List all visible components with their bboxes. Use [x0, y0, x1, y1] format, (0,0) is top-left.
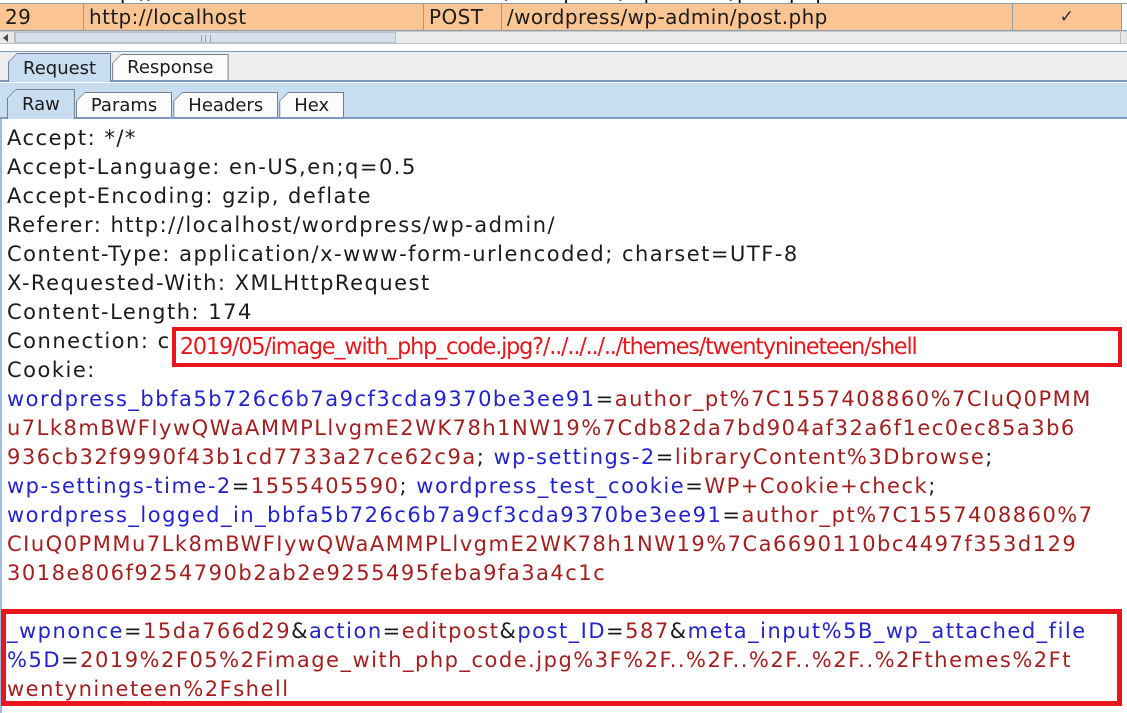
tab-raw[interactable]: Raw — [7, 89, 75, 119]
scrollbar-corner — [1120, 32, 1127, 43]
request-line: Accept-Encoding: gzip, deflate — [7, 182, 1127, 211]
left-arrow-icon — [3, 34, 8, 42]
partial-host-text: http://localhost — [90, 0, 249, 3]
tab-hex-label: Hex — [280, 93, 343, 117]
tab-raw-label: Raw — [8, 90, 74, 119]
tab-headers[interactable]: Headers — [173, 92, 278, 117]
horizontal-scrollbar[interactable] — [0, 31, 1127, 44]
request-line: wordpress_logged_in_bbfa5b726c6b7a9cf3cd… — [7, 501, 1127, 530]
request-line — [7, 588, 1127, 617]
history-cell-id[interactable]: 29 — [0, 4, 84, 30]
history-cell-url[interactable]: /wordpress/wp-admin/post.php — [502, 4, 1013, 30]
request-line: 936cb32f9990f43b1cd7733a27ce62c9a; wp-se… — [7, 443, 1127, 472]
annotation-decoded-payload-box: 2019/05/image_with_php_code.jpg?/../../.… — [172, 327, 1122, 367]
raw-request-text: Accept: */*Accept-Language: en-US,en;q=0… — [2, 119, 1127, 704]
tab-request[interactable]: Request — [8, 53, 111, 82]
request-response-tabbar: Request Response — [0, 51, 1127, 82]
annotation-decoded-payload-text: 2019/05/image_with_php_code.jpg?/../../.… — [176, 334, 917, 360]
request-line: Accept: */* — [7, 124, 1127, 153]
request-line: wentynineteen%2Fshell — [7, 675, 1127, 704]
tab-response[interactable]: Response — [112, 54, 228, 80]
request-line: wordpress_bbfa5b726c6b7a9cf3cda9370be3ee… — [7, 385, 1127, 414]
row-end-filler — [1122, 4, 1127, 30]
scroll-left-button[interactable] — [0, 32, 15, 43]
tab-headers-label: Headers — [174, 93, 277, 117]
request-line: 3018e806f9254790b2ab2e9255495feba9fa3a4c… — [7, 559, 1127, 588]
partial-url-text: /wordpress/wp-admin/post.php — [505, 0, 829, 3]
tab-params-label: Params — [77, 93, 171, 117]
history-cell-host[interactable]: http://localhost — [84, 4, 424, 30]
tab-request-label: Request — [9, 54, 110, 82]
request-line: _wpnonce=15da766d29&action=editpost&post… — [7, 617, 1127, 646]
history-row-partial[interactable]: http://localhost /wordpress/wp-admin/pos… — [0, 0, 1127, 4]
tab-hex[interactable]: Hex — [279, 92, 344, 117]
request-line: Content-Length: 174 — [7, 298, 1127, 327]
history-cell-method[interactable]: POST — [424, 4, 502, 30]
scrollbar-thumb[interactable] — [15, 32, 396, 43]
scrollbar-grip-icon — [201, 35, 211, 42]
message-view-tabbar: Raw Params Headers Hex — [0, 83, 1127, 119]
history-cell-edited-checkmark[interactable]: ✓ — [1013, 4, 1122, 30]
request-line: X-Requested-With: XMLHttpRequest — [7, 269, 1127, 298]
raw-request-pane[interactable]: Accept: */*Accept-Language: en-US,en;q=0… — [0, 119, 1127, 713]
request-line: wp-settings-time-2=1555405590; wordpress… — [7, 472, 1127, 501]
request-line: %5D=2019%2F05%2Fimage_with_php_code.jpg%… — [7, 646, 1127, 675]
request-line: Accept-Language: en-US,en;q=0.5 — [7, 153, 1127, 182]
tab-params[interactable]: Params — [76, 92, 172, 117]
request-line: CIuQ0PMMu7Lk8mBWFIywQWaAMMPLlvgmE2WK78h1… — [7, 530, 1127, 559]
tab-response-label: Response — [113, 55, 227, 80]
request-line: Referer: http://localhost/wordpress/wp-a… — [7, 211, 1127, 240]
proxy-history-table: http://localhost /wordpress/wp-admin/pos… — [0, 0, 1127, 31]
request-line: Content-Type: application/x-www-form-url… — [7, 240, 1127, 269]
request-line: u7Lk8mBWFIywQWaAMMPLlvgmE2WK78h1NW19%7Cd… — [7, 414, 1127, 443]
history-row-29[interactable]: 29 http://localhost POST /wordpress/wp-a… — [0, 4, 1127, 31]
